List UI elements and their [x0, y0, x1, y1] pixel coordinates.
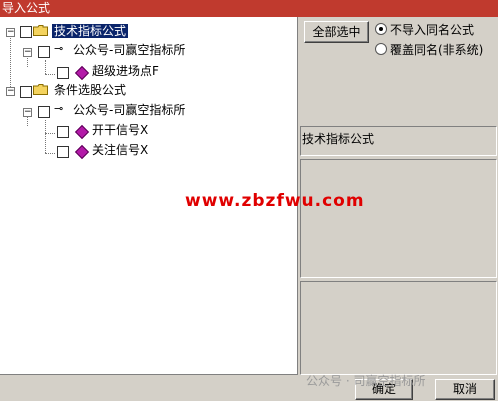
tree-node-label: 关注信号X	[92, 143, 149, 157]
select-all-button[interactable]: 全部选中	[304, 21, 369, 43]
checkbox-author-2[interactable]	[38, 106, 50, 118]
tree-connector	[45, 60, 46, 74]
checkbox-formula-entry[interactable]	[57, 67, 69, 79]
tree-node-label: 公众号-司赢空指标所	[73, 43, 186, 57]
wechat-watermark-text: 公众号 · 司赢空指标所	[306, 374, 426, 388]
checkbox-author-1[interactable]	[38, 46, 50, 58]
tree-node-formula-entry[interactable]: 超级进场点F	[92, 62, 159, 80]
key-icon: ⊸	[54, 102, 64, 115]
folder-icon	[33, 25, 48, 36]
radio-no-import-label: 不导入同名公式	[390, 23, 475, 37]
formula-icon	[74, 144, 90, 160]
tree-connector	[45, 120, 46, 153]
tree-node-label: 超级进场点F	[92, 64, 159, 78]
expand-toggle[interactable]: −	[6, 28, 15, 37]
cancel-button[interactable]: 取消	[435, 379, 495, 400]
tree-node-tech-formulas[interactable]: 技术指标公式	[52, 22, 129, 40]
checkbox-formula-signal-b[interactable]	[57, 146, 69, 158]
tree-node-formula-signal-a[interactable]: 开干信号X	[92, 121, 148, 139]
folder-icon	[33, 84, 48, 95]
formula-type-panel: 技术指标公式	[300, 126, 497, 156]
formula-icon	[74, 124, 90, 140]
tree-node-author-2[interactable]: 公众号-司赢空指标所	[73, 101, 185, 119]
tree-connector	[45, 133, 55, 134]
formula-parameters-panel	[300, 281, 497, 375]
expand-toggle[interactable]: −	[23, 48, 32, 57]
expand-toggle[interactable]: −	[23, 108, 32, 117]
tree-node-label: 条件选股公式	[54, 83, 127, 97]
title-bar: 导入公式	[0, 0, 498, 17]
formula-type-label: 技术指标公式	[302, 132, 375, 146]
checkbox-tech-formulas[interactable]	[20, 26, 32, 38]
tree-connector	[10, 31, 11, 89]
tree-node-author-1[interactable]: 公众号-司赢空指标所	[73, 41, 185, 59]
tree-node-label: 开干信号X	[92, 123, 149, 137]
radio-overwrite[interactable]	[375, 43, 387, 55]
site-watermark: www.zbzfwu.com	[185, 191, 365, 211]
tree-node-screen-formulas[interactable]: 条件选股公式	[54, 81, 126, 99]
radio-no-import[interactable]	[375, 23, 387, 35]
tree-node-formula-signal-b[interactable]: 关注信号X	[92, 141, 148, 159]
expand-toggle[interactable]: −	[6, 87, 15, 96]
formula-icon	[74, 65, 90, 81]
checkbox-formula-signal-a[interactable]	[57, 126, 69, 138]
wechat-watermark: 公众号 · 司赢空指标所	[306, 372, 425, 389]
window-title: 导入公式	[2, 1, 51, 15]
checkbox-screen-formulas[interactable]	[20, 86, 32, 98]
tree-connector	[45, 74, 55, 75]
tree-node-label: 技术指标公式	[52, 24, 129, 38]
formula-description-panel	[300, 159, 497, 278]
key-icon: ⊸	[54, 42, 64, 55]
tree-connector	[45, 153, 55, 154]
tree-node-label: 公众号-司赢空指标所	[73, 103, 186, 117]
radio-overwrite-label: 覆盖同名(非系统)	[390, 43, 484, 57]
